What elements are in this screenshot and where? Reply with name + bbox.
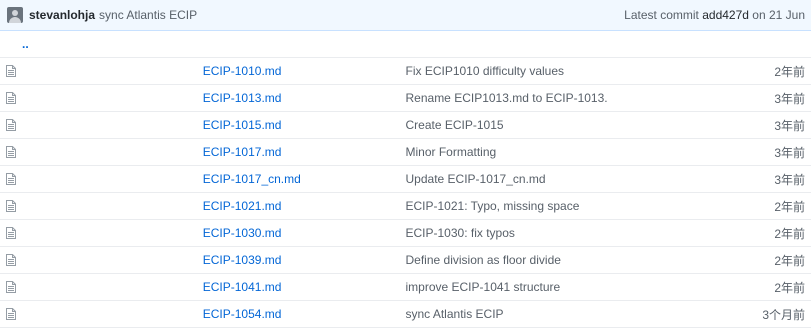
latest-commit-bar: stevanlohja sync Atlantis ECIP Latest co… (0, 0, 811, 31)
file-commit-message[interactable]: Rename ECIP1013.md to ECIP-1013.md (406, 91, 609, 105)
file-name-link[interactable]: ECIP-1010.md (203, 64, 282, 78)
latest-commit-label: Latest commit (624, 8, 699, 22)
file-age: 2年前 (774, 199, 805, 214)
commit-meta: Latest commit add427d on 21 Jun (624, 8, 805, 22)
file-name-link[interactable]: ECIP-1021.md (203, 199, 282, 213)
file-name-link[interactable]: ECIP-1017_cn.md (203, 172, 301, 186)
file-name-link[interactable]: ECIP-1039.md (203, 253, 282, 267)
file-age: 2年前 (774, 64, 805, 79)
file-row: ECIP-1017.md Minor Formatting 3年前 (0, 138, 811, 166)
commit-message[interactable]: sync Atlantis ECIP (99, 8, 197, 22)
file-commit-message[interactable]: Fix ECIP1010 difficulty values (406, 64, 565, 78)
parent-directory-row[interactable]: .. (0, 31, 811, 58)
file-name-link[interactable]: ECIP-1013.md (203, 91, 282, 105)
parent-directory-link[interactable]: .. (0, 37, 29, 51)
file-text-icon (6, 119, 16, 131)
file-text-icon (6, 173, 16, 185)
file-text-icon (6, 65, 16, 77)
file-age: 2年前 (774, 253, 805, 268)
file-name-link[interactable]: ECIP-1054.md (203, 307, 282, 321)
file-text-icon (6, 92, 16, 104)
author-avatar[interactable] (7, 7, 23, 23)
file-row: ECIP-1021.md ECIP-1021: Typo, missing spa… (0, 192, 811, 220)
file-age: 2年前 (774, 280, 805, 295)
file-commit-message[interactable]: ECIP-1021: Typo, missing space (406, 199, 580, 213)
file-age: 3年前 (774, 145, 805, 160)
file-text-icon (6, 254, 16, 266)
file-row: ECIP-1015.md Create ECIP-1015 3年前 (0, 111, 811, 139)
file-age: 2年前 (774, 226, 805, 241)
file-commit-message[interactable]: Update ECIP-1017_cn.md (406, 172, 546, 186)
file-row: ECIP-1041.md improve ECIP-1041 structure 2… (0, 273, 811, 301)
file-commit-message[interactable]: Define division as floor divide (406, 253, 561, 267)
file-name-link[interactable]: ECIP-1030.md (203, 226, 282, 240)
file-text-icon (6, 308, 16, 320)
file-row: ECIP-1013.md Rename ECIP1013.md to ECIP-1… (0, 84, 811, 112)
file-row: ECIP-1017_cn.md Update ECIP-1017_cn.md 3年前 (0, 165, 811, 193)
file-age: 3年前 (774, 172, 805, 187)
file-name-link[interactable]: ECIP-1017.md (203, 145, 282, 159)
file-commit-message[interactable]: Create ECIP-1015 (406, 118, 504, 132)
file-age: 3个月前 (762, 307, 805, 322)
file-age: 3年前 (774, 91, 805, 106)
file-commit-message[interactable]: improve ECIP-1041 structure (406, 280, 561, 294)
commit-date: on 21 Jun (752, 8, 805, 22)
file-row: ECIP-1054.md sync Atlantis ECIP 3个月前 (0, 300, 811, 328)
file-row: ECIP-1030.md ECIP-1030: fix typos 2年前 (0, 219, 811, 247)
file-row: ECIP-1039.md Define division as floor div… (0, 246, 811, 274)
file-name-link[interactable]: ECIP-1015.md (203, 118, 282, 132)
commit-author[interactable]: stevanlohja (29, 8, 95, 22)
file-commit-message[interactable]: ECIP-1030: fix typos (406, 226, 515, 240)
file-row: ECIP-1010.md Fix ECIP1010 difficulty valu… (0, 57, 811, 85)
file-text-icon (6, 200, 16, 212)
file-commit-message[interactable]: Minor Formatting (406, 145, 497, 159)
file-text-icon (6, 146, 16, 158)
file-commit-message[interactable]: sync Atlantis ECIP (406, 307, 504, 321)
file-name-link[interactable]: ECIP-1041.md (203, 280, 282, 294)
commit-sha[interactable]: add427d (702, 8, 749, 22)
file-text-icon (6, 281, 16, 293)
file-age: 3年前 (774, 118, 805, 133)
file-list: .. ECIP-1010.md Fix ECIP1010 difficulty v… (0, 31, 811, 328)
file-text-icon (6, 227, 16, 239)
